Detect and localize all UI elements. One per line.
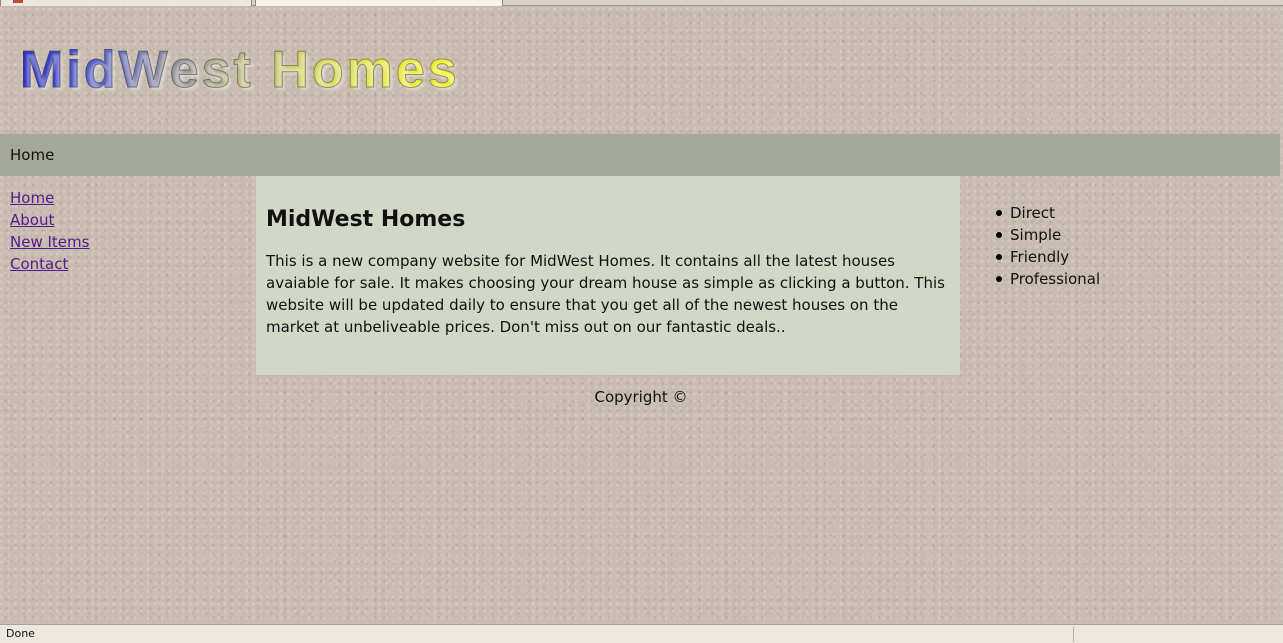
browser-tab[interactable] [0,0,252,6]
page-title: MidWest Homes [266,207,466,232]
status-text: Done [6,627,35,640]
sidebar-item-home: Home [10,187,89,209]
sidebar-item-about: About [10,209,89,231]
nav-link-new-items[interactable]: New Items [10,233,89,251]
browser-tab-active[interactable] [255,0,503,6]
top-navbar: Home [0,134,1280,176]
browser-tab-strip [0,0,1283,6]
main-content: MidWest Homes This is a new company webs… [256,176,960,375]
features-list: Direct Simple Friendly Professional [995,202,1101,290]
status-bar-panel [1073,627,1283,642]
browser-status-bar: Done [0,624,1283,643]
list-item: Professional [995,270,1101,288]
site-logo[interactable]: MidWest Homes [20,40,460,100]
list-item: Simple [995,224,1100,246]
sidebar-nav: Home About New Items Contact [10,187,89,275]
nav-link-about[interactable]: About [10,211,54,229]
list-item: Direct [995,202,1100,224]
sidebar-item-new-items: New Items [10,231,89,253]
favicon-icon [13,0,23,3]
sidebar-item-contact: Contact [10,253,89,275]
nav-link-contact[interactable]: Contact [10,255,68,273]
nav-link-home[interactable]: Home [10,189,54,207]
list-item: Friendly [995,246,1100,268]
navbar-current-page: Home [10,146,55,164]
footer-copyright: Copyright © [594,388,688,406]
intro-paragraph: This is a new company website for MidWes… [266,252,945,336]
